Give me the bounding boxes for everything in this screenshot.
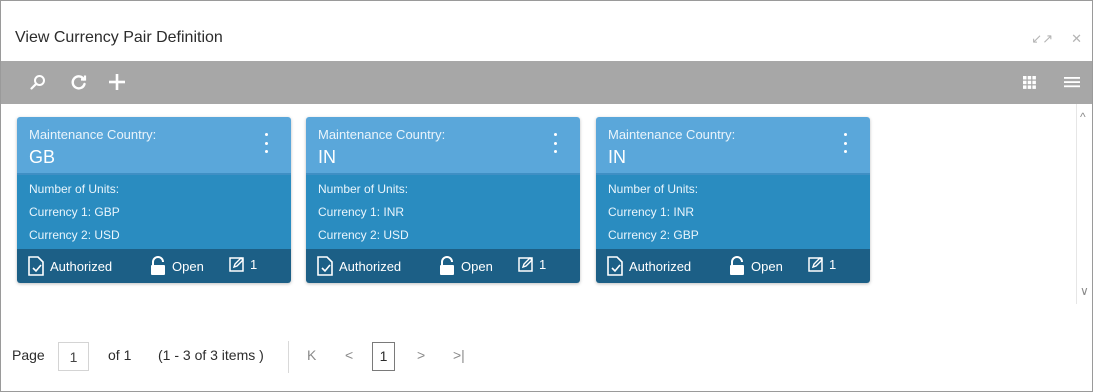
currency-pair-card[interactable]: Maintenance Country: IN Number of Units:… <box>596 117 870 283</box>
country-label: Maintenance Country: <box>29 127 157 142</box>
list-view-icon[interactable] <box>1057 67 1087 97</box>
item-range: (1 - 3 of 3 items ) <box>158 347 264 363</box>
pagination-bar: Page of 1 (1 - 3 of 3 items ) K < 1 > >| <box>1 335 1092 379</box>
country-label: Maintenance Country: <box>318 127 446 142</box>
units-label: Number of Units: <box>318 182 409 196</box>
currency2-text: Currency 2: GBP <box>608 228 699 242</box>
minimize-icon[interactable]: ↙↗ <box>1031 31 1053 47</box>
modification-count: 1 <box>808 256 836 272</box>
window-controls: ↙↗ ✕ <box>1031 31 1082 47</box>
refresh-icon[interactable] <box>64 67 94 97</box>
pager-divider <box>288 341 289 373</box>
next-page-button[interactable]: > <box>417 347 425 363</box>
edit-icon <box>518 257 533 272</box>
toolbar <box>1 61 1092 104</box>
modification-count-value: 1 <box>250 256 258 272</box>
vertical-scrollbar[interactable]: ^ ∨ <box>1076 104 1092 304</box>
window-title: View Currency Pair Definition <box>15 29 223 46</box>
close-icon[interactable]: ✕ <box>1071 31 1082 47</box>
modification-count: 1 <box>229 256 257 272</box>
edit-icon <box>229 257 244 272</box>
unlock-icon <box>151 256 165 275</box>
page-number-input[interactable] <box>58 342 89 371</box>
modification-count-value: 1 <box>829 256 837 272</box>
currency1-text: Currency 1: INR <box>608 205 695 219</box>
currency2-text: Currency 2: USD <box>318 228 409 242</box>
more-options-icon[interactable] <box>842 133 848 153</box>
authorized-label: Authorized <box>50 258 113 274</box>
card-body: Number of Units: Currency 1: INR Currenc… <box>306 175 580 249</box>
open-label: Open <box>461 258 493 274</box>
authorized-label: Authorized <box>339 258 402 274</box>
authorized-icon <box>317 256 333 276</box>
units-label: Number of Units: <box>29 182 120 196</box>
currency-pair-window: View Currency Pair Definition ↙↗ ✕ Maint… <box>0 0 1093 392</box>
card-body: Number of Units: Currency 1: GBP Currenc… <box>17 175 291 249</box>
card-footer: Authorized Open 1 <box>306 249 580 283</box>
units-label: Number of Units: <box>608 182 699 196</box>
authorized-label: Authorized <box>629 258 692 274</box>
unlock-icon <box>730 256 744 275</box>
open-status: Open <box>728 256 783 276</box>
card-grid: Maintenance Country: GB Number of Units:… <box>1 104 1092 304</box>
authorized-status: Authorized <box>316 256 401 276</box>
current-page-button[interactable]: 1 <box>372 342 395 371</box>
currency-pair-card[interactable]: Maintenance Country: IN Number of Units:… <box>306 117 580 283</box>
open-status: Open <box>149 256 204 276</box>
edit-icon <box>808 257 823 272</box>
more-options-icon[interactable] <box>552 133 558 153</box>
unlock-icon <box>440 256 454 275</box>
card-header: Maintenance Country: IN <box>596 117 870 175</box>
modification-count: 1 <box>518 256 546 272</box>
currency2-text: Currency 2: USD <box>29 228 120 242</box>
modification-count-value: 1 <box>539 256 547 272</box>
add-icon[interactable] <box>102 67 132 97</box>
open-status: Open <box>438 256 493 276</box>
grid-view-icon[interactable] <box>1014 67 1044 97</box>
open-label: Open <box>172 258 204 274</box>
currency-pair-card[interactable]: Maintenance Country: GB Number of Units:… <box>17 117 291 283</box>
country-value: IN <box>608 147 626 167</box>
card-footer: Authorized Open 1 <box>17 249 291 283</box>
page-label: Page <box>12 347 45 363</box>
currency1-text: Currency 1: INR <box>318 205 405 219</box>
card-body: Number of Units: Currency 1: INR Currenc… <box>596 175 870 249</box>
open-label: Open <box>751 258 783 274</box>
country-label: Maintenance Country: <box>608 127 736 142</box>
title-bar: View Currency Pair Definition ↙↗ ✕ <box>1 1 1092 61</box>
authorized-status: Authorized <box>606 256 691 276</box>
first-page-button[interactable]: K <box>307 347 316 363</box>
country-value: GB <box>29 147 56 167</box>
country-value: IN <box>318 147 336 167</box>
last-page-button[interactable]: >| <box>453 347 465 363</box>
authorized-icon <box>607 256 623 276</box>
card-header: Maintenance Country: GB <box>17 117 291 175</box>
scroll-down-icon[interactable]: ∨ <box>1080 284 1089 298</box>
authorized-status: Authorized <box>27 256 112 276</box>
more-options-icon[interactable] <box>263 133 269 153</box>
currency1-text: Currency 1: GBP <box>29 205 120 219</box>
previous-page-button[interactable]: < <box>345 347 353 363</box>
scroll-up-icon[interactable]: ^ <box>1080 110 1086 124</box>
authorized-icon <box>28 256 44 276</box>
card-header: Maintenance Country: IN <box>306 117 580 175</box>
page-total: of 1 <box>108 347 132 363</box>
search-icon[interactable] <box>23 67 53 97</box>
card-footer: Authorized Open 1 <box>596 249 870 283</box>
